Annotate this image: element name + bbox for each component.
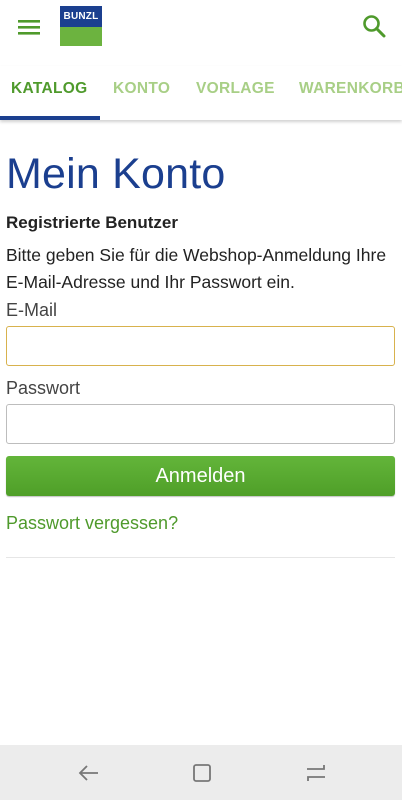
overview-icon[interactable]	[302, 759, 330, 787]
logo-text: BUNZL	[60, 6, 102, 27]
forgot-password-link[interactable]: Passwort vergessen?	[6, 513, 178, 534]
password-field[interactable]	[6, 404, 395, 444]
tab-bar: KATALOG KONTO VORLAGE WARENKORB	[0, 66, 402, 120]
bunzl-logo[interactable]: BUNZL	[60, 6, 102, 46]
login-instructions: Bitte geben Sie für die Webshop-Anmeldun…	[6, 245, 387, 292]
logo-green-band	[60, 27, 102, 46]
section-heading: Registrierte Benutzer	[6, 213, 178, 232]
divider	[6, 557, 395, 558]
tab-katalog[interactable]: KATALOG	[11, 66, 87, 120]
back-arrow-icon[interactable]	[75, 759, 103, 787]
password-label: Passwort	[6, 378, 81, 398]
search-icon[interactable]	[360, 12, 388, 40]
system-navigation-bar	[0, 745, 402, 800]
recent-apps-icon[interactable]	[188, 759, 216, 787]
tab-konto[interactable]: KONTO	[113, 66, 170, 120]
active-tab-indicator	[0, 116, 100, 120]
email-field[interactable]	[6, 326, 395, 366]
tab-vorlage[interactable]: VORLAGE	[196, 66, 275, 120]
tab-warenkorb[interactable]: WARENKORB	[299, 66, 402, 120]
hamburger-menu-icon[interactable]	[14, 12, 44, 42]
login-button[interactable]: Anmelden	[6, 456, 395, 496]
email-label: E-Mail	[6, 300, 58, 320]
app-header: BUNZL	[0, 0, 402, 56]
page-title: Mein Konto	[6, 150, 226, 198]
